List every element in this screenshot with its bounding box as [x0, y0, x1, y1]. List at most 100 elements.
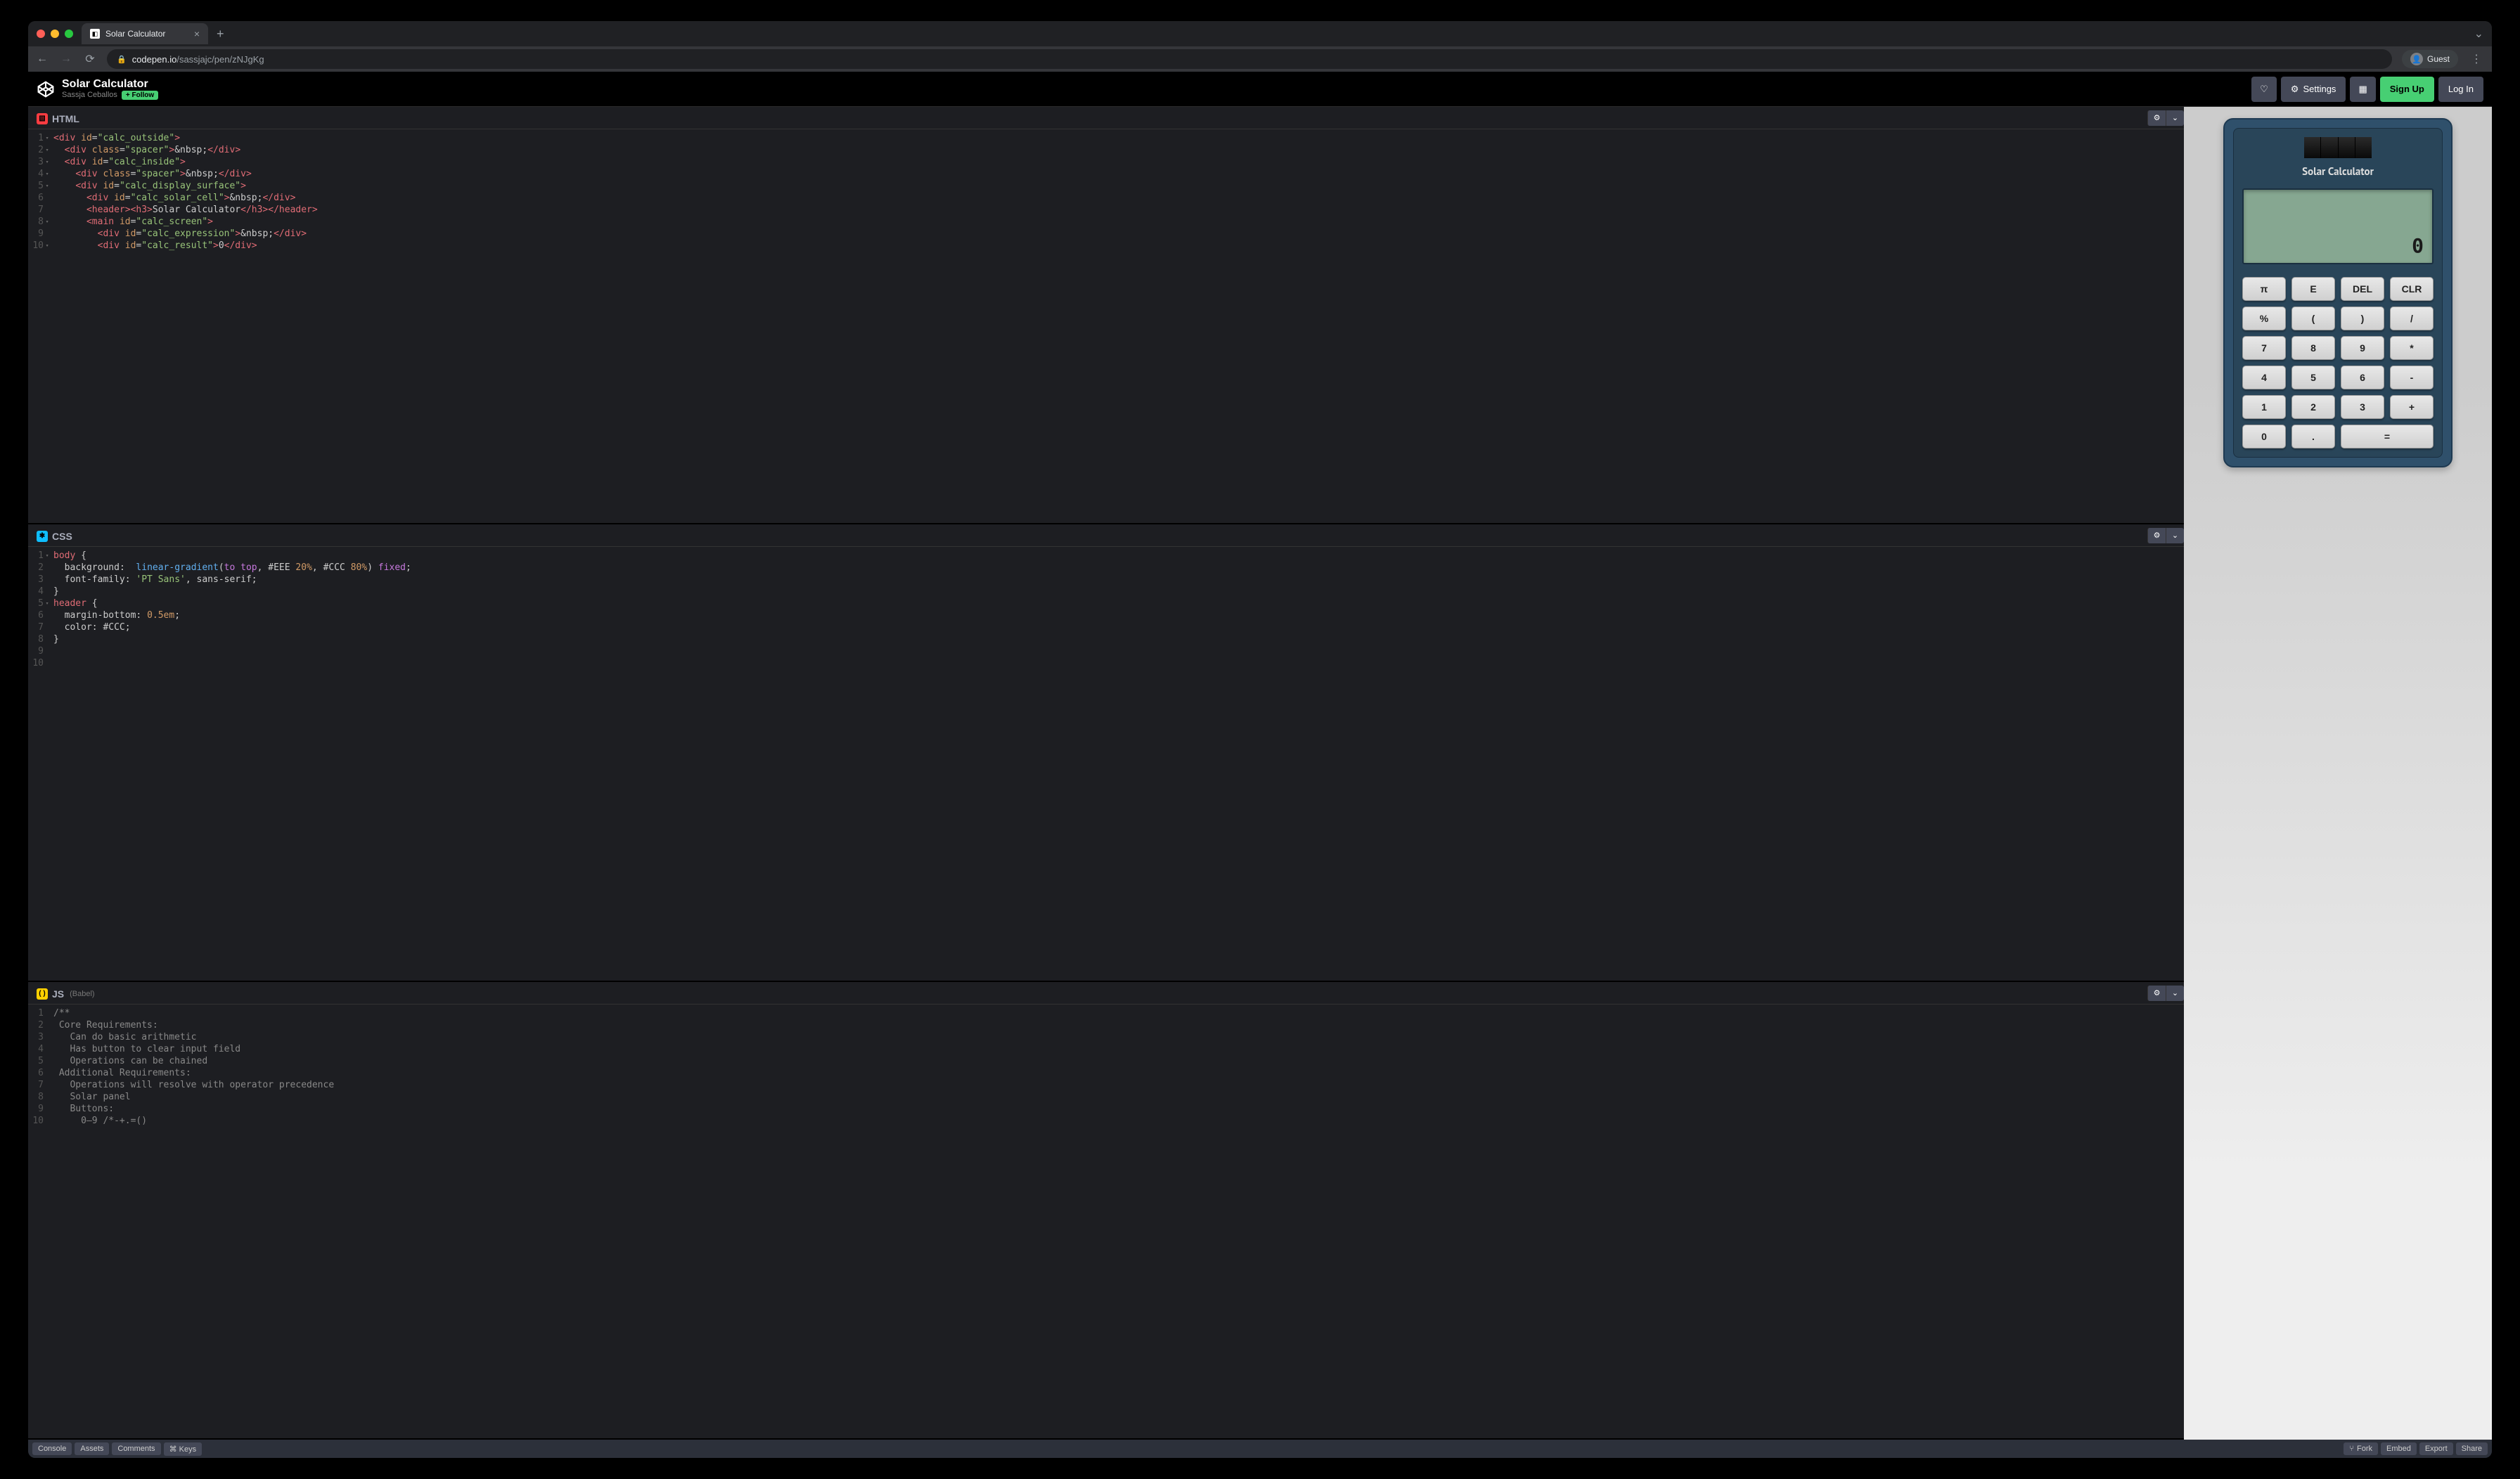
- js-collapse-icon[interactable]: ⌄: [2166, 986, 2184, 1001]
- assets-button[interactable]: Assets: [75, 1442, 109, 1455]
- html-collapse-icon[interactable]: ⌄: [2166, 110, 2184, 126]
- codepen-footer: Console Assets Comments ⌘ Keys ⑂Fork Emb…: [28, 1440, 2492, 1458]
- codepen-logo-icon[interactable]: [37, 80, 55, 98]
- layout-icon: ▦: [2358, 84, 2367, 95]
- heart-icon: ♡: [2260, 84, 2268, 95]
- pen-title: Solar Calculator: [62, 78, 158, 91]
- calc-key-5[interactable]: (: [2291, 306, 2335, 330]
- css-editor-header: ✱ CSS ⚙ ⌄: [28, 524, 2184, 547]
- css-editor-tab[interactable]: ✱ CSS: [28, 524, 81, 546]
- codepen-header: Solar Calculator Sassja Ceballos + Follo…: [28, 72, 2492, 107]
- minimize-window-icon[interactable]: [51, 30, 59, 38]
- calculator-inner: Solar Calculator 0 πEDELCLR%()/ 789* 456- 1…: [2233, 128, 2443, 458]
- calc-key-20[interactable]: 0: [2242, 425, 2286, 448]
- calc-key-12[interactable]: 4: [2242, 366, 2286, 389]
- share-button[interactable]: Share: [2456, 1442, 2488, 1455]
- pen-author[interactable]: Sassja Ceballos: [62, 91, 117, 99]
- calculator-display-surface: Solar Calculator 0: [2242, 137, 2434, 264]
- calc-key-21[interactable]: .: [2291, 425, 2335, 448]
- calc-key-7[interactable]: /: [2390, 306, 2434, 330]
- calc-key-16[interactable]: 1: [2242, 395, 2286, 419]
- calculator-result: 0: [2252, 234, 2424, 257]
- calc-key-18[interactable]: 3: [2341, 395, 2384, 419]
- calc-key-6[interactable]: ): [2341, 306, 2384, 330]
- address-bar: ← → ⟳ 🔒 codepen.io/sassjajc/pen/zNJgKg 👤…: [28, 46, 2492, 72]
- calc-key-11[interactable]: *: [2390, 336, 2434, 360]
- close-tab-icon[interactable]: ×: [194, 28, 200, 39]
- calc-key-10[interactable]: 9: [2341, 336, 2384, 360]
- main-content: ▧ HTML ⚙ ⌄ 12345678910 <div id="calc_out…: [28, 107, 2492, 1440]
- fork-button[interactable]: ⑂Fork: [2344, 1442, 2378, 1455]
- url-field[interactable]: 🔒 codepen.io/sassjajc/pen/zNJgKg: [107, 49, 2392, 69]
- view-layout-button[interactable]: ▦: [2350, 77, 2375, 102]
- js-editor-pane: ( ) JS (Babel) ⚙ ⌄ 12345678910 /** Core …: [28, 982, 2184, 1440]
- css-collapse-icon[interactable]: ⌄: [2166, 528, 2184, 543]
- tab-title: Solar Calculator: [105, 29, 165, 39]
- follow-button[interactable]: + Follow: [122, 91, 158, 100]
- calc-key-14[interactable]: 6: [2341, 366, 2384, 389]
- calc-key-1[interactable]: E: [2291, 277, 2335, 301]
- login-button[interactable]: Log In: [2438, 77, 2483, 102]
- embed-button[interactable]: Embed: [2381, 1442, 2417, 1455]
- js-settings-icon[interactable]: ⚙: [2147, 986, 2166, 1001]
- calc-key-8[interactable]: 7: [2242, 336, 2286, 360]
- css-settings-icon[interactable]: ⚙: [2147, 528, 2166, 543]
- header-actions: ♡ ⚙Settings ▦ Sign Up Log In: [2251, 77, 2483, 102]
- html-editor-pane: ▧ HTML ⚙ ⌄ 12345678910 <div id="calc_out…: [28, 107, 2184, 524]
- keys-button[interactable]: ⌘ Keys: [164, 1442, 202, 1456]
- calculator-keypad: πEDELCLR%()/ 789* 456- 123+0. =: [2242, 277, 2434, 448]
- console-button[interactable]: Console: [32, 1442, 72, 1455]
- calculator-screen: 0: [2242, 188, 2434, 264]
- html-badge-icon: ▧: [37, 113, 48, 124]
- reload-button[interactable]: ⟳: [83, 52, 97, 66]
- export-button[interactable]: Export: [2419, 1442, 2453, 1455]
- calc-key-15[interactable]: -: [2390, 366, 2434, 389]
- traffic-lights: [37, 30, 73, 38]
- new-tab-button[interactable]: +: [217, 27, 224, 41]
- browser-tab[interactable]: ◧ Solar Calculator ×: [82, 23, 208, 44]
- js-badge-icon: ( ): [37, 988, 48, 1000]
- tabs-menu-icon[interactable]: ⌄: [2474, 27, 2483, 41]
- html-editor-header: ▧ HTML ⚙ ⌄: [28, 107, 2184, 129]
- profile-label: Guest: [2427, 54, 2450, 64]
- calculator-expression: [2252, 195, 2424, 209]
- calc-key-4[interactable]: %: [2242, 306, 2286, 330]
- browser-window: ◧ Solar Calculator × + ⌄ ← → ⟳ 🔒 codepen…: [28, 21, 2492, 1458]
- titlebar: ◧ Solar Calculator × + ⌄: [28, 21, 2492, 46]
- love-button[interactable]: ♡: [2251, 77, 2277, 102]
- editors-column: ▧ HTML ⚙ ⌄ 12345678910 <div id="calc_out…: [28, 107, 2184, 1440]
- profile-chip[interactable]: 👤 Guest: [2402, 50, 2458, 68]
- css-code-area[interactable]: 12345678910 body { background: linear-gr…: [28, 547, 2184, 981]
- lock-icon: 🔒: [117, 55, 127, 64]
- back-button[interactable]: ←: [35, 53, 49, 65]
- js-code-area[interactable]: 12345678910 /** Core Requirements: Can d…: [28, 1005, 2184, 1438]
- settings-button[interactable]: ⚙Settings: [2281, 77, 2346, 102]
- calc-key-17[interactable]: 2: [2291, 395, 2335, 419]
- calc-key-13[interactable]: 5: [2291, 366, 2335, 389]
- html-code-area[interactable]: 12345678910 <div id="calc_outside"> <div…: [28, 129, 2184, 523]
- calc-key-22[interactable]: =: [2341, 425, 2434, 448]
- pen-title-block: Solar Calculator Sassja Ceballos + Follo…: [62, 78, 158, 100]
- calculator-body: Solar Calculator 0 πEDELCLR%()/ 789* 456- 1…: [2223, 118, 2452, 467]
- css-badge-icon: ✱: [37, 531, 48, 542]
- maximize-window-icon[interactable]: [65, 30, 73, 38]
- js-editor-header: ( ) JS (Babel) ⚙ ⌄: [28, 982, 2184, 1005]
- tab-favicon-icon: ◧: [90, 29, 100, 39]
- forward-button[interactable]: →: [59, 53, 73, 65]
- html-settings-icon[interactable]: ⚙: [2147, 110, 2166, 126]
- calc-key-3[interactable]: CLR: [2390, 277, 2434, 301]
- gear-icon: ⚙: [2291, 84, 2299, 95]
- close-window-icon[interactable]: [37, 30, 45, 38]
- fork-icon: ⑂: [2349, 1445, 2354, 1453]
- url-text: codepen.io/sassjajc/pen/zNJgKg: [132, 54, 264, 65]
- js-editor-tab[interactable]: ( ) JS (Babel): [28, 982, 103, 1004]
- calc-key-0[interactable]: π: [2242, 277, 2286, 301]
- calc-key-9[interactable]: 8: [2291, 336, 2335, 360]
- browser-menu-icon[interactable]: ⋮: [2468, 52, 2485, 66]
- html-editor-tab[interactable]: ▧ HTML: [28, 107, 88, 129]
- comments-button[interactable]: Comments: [112, 1442, 160, 1455]
- calc-key-2[interactable]: DEL: [2341, 277, 2384, 301]
- signup-button[interactable]: Sign Up: [2380, 77, 2434, 102]
- solar-cell-icon: [2304, 137, 2372, 158]
- calc-key-19[interactable]: +: [2390, 395, 2434, 419]
